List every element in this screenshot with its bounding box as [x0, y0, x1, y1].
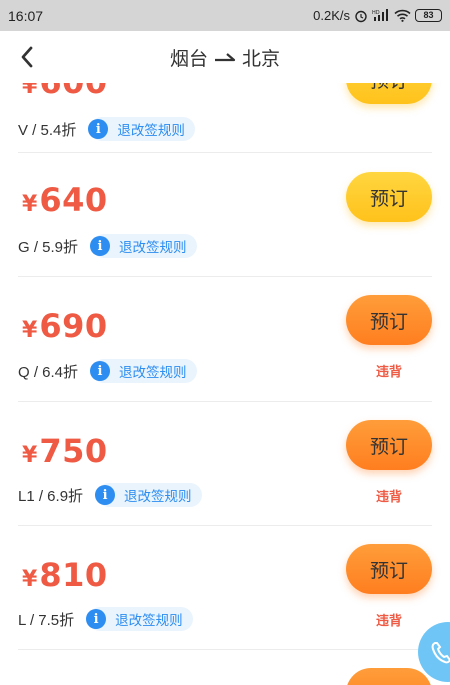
fare-discount: Q / 6.4折 i 退改签规则 [18, 359, 197, 383]
book-button[interactable]: 预订 [346, 544, 432, 594]
book-button[interactable]: 预订 [346, 172, 432, 222]
destination-city: 北京 [242, 47, 281, 70]
status-icons: 0.2K/s HD 83 [313, 8, 442, 23]
wifi-icon [394, 9, 411, 22]
info-icon: i [95, 485, 116, 505]
signal-icon: HD [372, 9, 390, 22]
fare-price: ¥ 690 [22, 307, 108, 345]
info-icon: i [90, 236, 111, 256]
policy-violation-label: 违背 [376, 490, 403, 505]
fare-discount: L / 7.5折 i 退改签规则 [18, 607, 193, 631]
info-icon: i [90, 361, 111, 381]
alarm-icon [354, 9, 368, 23]
cabin-class-label: V / 5.4折 [18, 121, 77, 139]
cabin-class-label: Q / 6.4折 [18, 363, 79, 381]
origin-city: 烟台 [169, 47, 208, 70]
refund-rule-link[interactable]: i 退改签规则 [88, 117, 195, 141]
chevron-left-icon [21, 46, 33, 68]
status-time: 16:07 [8, 7, 44, 24]
fare-discount: V / 5.4折 i 退改签规则 [18, 117, 195, 141]
book-button[interactable]: 预订 [346, 295, 432, 345]
policy-violation-label: 违背 [376, 614, 403, 629]
refund-rule-link[interactable]: i 退改签规则 [95, 483, 202, 507]
info-icon: i [86, 609, 107, 629]
fare-discount: L1 / 6.9折 i 退改签规则 [18, 483, 202, 507]
refund-rule-link[interactable]: i 退改签规则 [86, 607, 193, 631]
refund-rule-link[interactable]: i 退改签规则 [90, 359, 197, 383]
network-speed: 0.2K/s [313, 8, 350, 23]
back-button[interactable] [14, 43, 40, 71]
fare-price: ¥ 750 [22, 432, 108, 470]
fare-discount: G / 5.9折 i 退改签规则 [18, 234, 197, 258]
next-book-button-partial[interactable] [346, 668, 432, 685]
phone-icon [431, 642, 450, 664]
flight-fare-page: ¥ 600 预订 V / 5.4折 i 退改签规则 ¥ 640 预订 [0, 0, 450, 685]
fare-row: ¥ 690 预订 Q / 6.4折 i 退改签规则 违背 [18, 277, 432, 402]
refund-rule-link[interactable]: i 退改签规则 [90, 234, 197, 258]
book-button[interactable]: 预订 [346, 420, 432, 470]
status-bar: 16:07 0.2K/s HD 83 [0, 0, 450, 31]
half-arrow-right-icon [215, 53, 236, 62]
nav-bar: 烟台 北京 [0, 31, 450, 83]
fare-row: ¥ 810 预订 L / 7.5折 i 退改签规则 违背 [18, 526, 432, 650]
cabin-class-label: L / 7.5折 [18, 611, 75, 629]
fare-row: ¥ 750 预订 L1 / 6.9折 i 退改签规则 违背 [18, 402, 432, 526]
route-title: 烟台 北京 [170, 44, 280, 71]
policy-violation-label: 违背 [376, 365, 403, 380]
cabin-class-label: G / 5.9折 [18, 238, 79, 256]
fare-row: ¥ 640 预订 G / 5.9折 i 退改签规则 [18, 153, 432, 277]
info-icon: i [88, 119, 109, 139]
cabin-class-label: L1 / 6.9折 [18, 487, 84, 505]
fare-price: ¥ 810 [22, 556, 108, 594]
battery-icon: 83 [415, 9, 442, 22]
fare-price: ¥ 640 [22, 181, 108, 219]
